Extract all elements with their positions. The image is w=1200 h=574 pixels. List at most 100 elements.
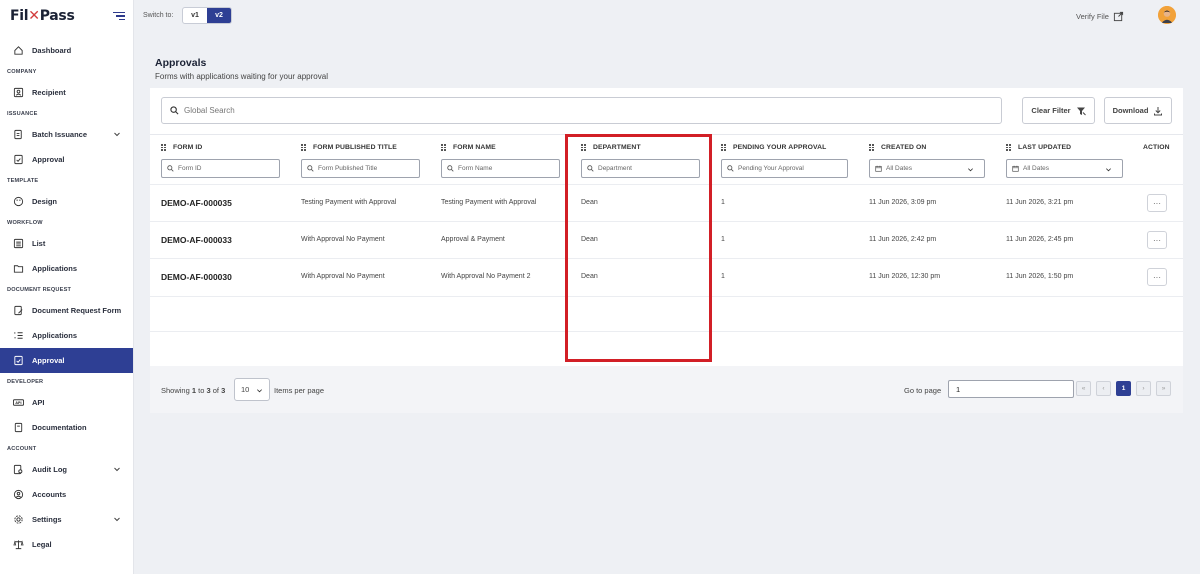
drag-handle-icon[interactable] <box>1006 144 1011 151</box>
sidebar-item-recipient[interactable]: Recipient <box>0 80 133 105</box>
drag-handle-icon[interactable] <box>869 144 874 151</box>
column-header-updated[interactable]: LAST UPDATED <box>1006 144 1071 151</box>
drag-handle-icon[interactable] <box>441 144 446 151</box>
sidebar-item-api[interactable]: API API <box>0 390 133 415</box>
row-action-menu-button[interactable]: ··· <box>1147 268 1167 286</box>
cell-form-id: DEMO-AF-000035 <box>161 198 232 208</box>
page-subtitle: Forms with applications waiting for your… <box>155 72 328 81</box>
column-header-created[interactable]: CREATED ON <box>869 144 926 151</box>
switch-label: Switch to: <box>143 12 174 19</box>
sidebar-item-audit-log[interactable]: Audit Log <box>0 457 133 482</box>
sidebar-item-settings[interactable]: Settings <box>0 507 133 532</box>
document-search-icon <box>13 464 24 475</box>
filter-created-select[interactable]: All Dates <box>869 159 985 178</box>
filter-form-name-input[interactable]: Form Name <box>441 159 560 178</box>
drag-handle-icon[interactable] <box>161 144 166 151</box>
header-label: FORM ID <box>173 144 203 151</box>
version-switch: v1 v2 <box>182 7 232 24</box>
column-header-department[interactable]: DEPARTMENT <box>581 144 641 151</box>
sidebar-item-list[interactable]: List <box>0 231 133 256</box>
filter-updated-select[interactable]: All Dates <box>1006 159 1123 178</box>
sidebar-item-design[interactable]: Design <box>0 189 133 214</box>
user-circle-icon <box>13 489 24 500</box>
table-row[interactable]: DEMO-AF-000030 With Approval No Payment … <box>150 258 1183 295</box>
drag-handle-icon[interactable] <box>581 144 586 151</box>
download-button[interactable]: Download <box>1104 97 1172 124</box>
home-icon <box>13 45 24 56</box>
chevron-down-icon <box>114 467 120 472</box>
filter-placeholder: Form Published Title <box>318 165 378 172</box>
filpass-logo[interactable]: Fil✕Pass <box>10 8 75 24</box>
sidebar-item-accounts[interactable]: Accounts <box>0 482 133 507</box>
filter-pending-input[interactable]: Pending Your Approval <box>721 159 848 178</box>
section-account: ACCOUNT <box>7 445 37 452</box>
topbar: Switch to: v1 v2 Verify File <box>134 0 1200 32</box>
sidebar-item-applications-workflow[interactable]: Applications <box>0 256 133 281</box>
logo-row: Fil✕Pass <box>0 0 133 32</box>
cell-pending: 1 <box>721 236 725 243</box>
chevron-down-icon <box>1106 168 1111 172</box>
row-action-menu-button[interactable]: ··· <box>1147 194 1167 212</box>
table-row[interactable]: DEMO-AF-000033 With Approval No Payment … <box>150 221 1183 258</box>
palette-icon <box>13 196 24 207</box>
cell-published-title: With Approval No Payment <box>301 236 385 243</box>
filter-department-input[interactable]: Department <box>581 159 700 178</box>
cell-created: 11 Jun 2026, 3:09 pm <box>869 199 937 206</box>
sidebar-item-label: Recipient <box>32 88 66 97</box>
cell-created: 11 Jun 2026, 2:42 pm <box>869 236 937 243</box>
gear-icon <box>13 514 24 525</box>
last-page-button[interactable]: » <box>1156 381 1171 396</box>
sidebar-item-applications-docreq[interactable]: Applications <box>0 323 133 348</box>
filter-form-id-input[interactable]: Form ID <box>161 159 280 178</box>
column-header-form-id[interactable]: FORM ID <box>161 144 202 151</box>
verify-file-label: Verify File <box>1076 12 1109 21</box>
header-label: FORM NAME <box>453 144 496 151</box>
row-action-menu-button[interactable]: ··· <box>1147 231 1167 249</box>
clear-filter-button[interactable]: Clear Filter <box>1022 97 1095 124</box>
sidebar-item-dashboard[interactable]: Dashboard <box>0 38 133 63</box>
chevron-down-icon <box>968 168 973 172</box>
column-header-published-title[interactable]: FORM PUBLISHED TITLE <box>301 144 397 151</box>
column-header-form-name[interactable]: FORM NAME <box>441 144 496 151</box>
column-header-pending[interactable]: PENDING YOUR APPROVAL <box>721 144 826 151</box>
cell-updated: 11 Jun 2026, 3:21 pm <box>1006 199 1074 206</box>
global-search-input[interactable]: Global Search <box>161 97 1002 124</box>
chevron-down-icon <box>114 132 120 137</box>
table-row[interactable]: DEMO-AF-000035 Testing Payment with Appr… <box>150 184 1183 221</box>
empty-row <box>150 331 1183 366</box>
first-page-button[interactable]: « <box>1076 381 1091 396</box>
verify-file-link[interactable]: Verify File <box>1076 11 1124 22</box>
menu-toggle-icon[interactable] <box>113 12 125 20</box>
cell-created: 11 Jun 2026, 12:30 pm <box>869 273 941 280</box>
drag-handle-icon[interactable] <box>721 144 726 151</box>
sidebar-item-documentation[interactable]: Documentation <box>0 415 133 440</box>
page-title: Approvals <box>155 57 207 69</box>
cell-department: Dean <box>581 236 598 243</box>
items-per-page-select[interactable]: 10 <box>234 378 270 401</box>
search-icon <box>170 106 179 115</box>
prev-page-button[interactable]: ‹ <box>1096 381 1111 396</box>
section-document-request: DOCUMENT REQUEST <box>7 286 72 293</box>
table-header: FORM ID FORM PUBLISHED TITLE FORM NAME D… <box>150 134 1183 182</box>
numbered-list-icon <box>13 330 24 341</box>
version-v1-button[interactable]: v1 <box>183 8 207 23</box>
go-to-page-input[interactable]: 1 <box>948 380 1074 398</box>
document-edit-icon <box>13 305 24 316</box>
sidebar-item-approval-docreq[interactable]: Approval <box>0 348 133 373</box>
sidebar-item-legal[interactable]: Legal <box>0 532 133 557</box>
sidebar-item-document-request-form[interactable]: Document Request Form <box>0 298 133 323</box>
sidebar-item-batch-issuance[interactable]: Batch Issuance <box>0 122 133 147</box>
current-page-button[interactable]: 1 <box>1116 381 1131 396</box>
header-label: PENDING YOUR APPROVAL <box>733 144 827 151</box>
version-v2-button[interactable]: v2 <box>207 8 231 23</box>
filter-value: All Dates <box>886 165 913 172</box>
filter-published-title-input[interactable]: Form Published Title <box>301 159 420 178</box>
avatar[interactable] <box>1158 6 1176 24</box>
sidebar-item-approval-issuance[interactable]: Approval <box>0 147 133 172</box>
sidebar-item-label: Applications <box>32 264 78 273</box>
sidebar-item-label: Settings <box>32 515 62 524</box>
drag-handle-icon[interactable] <box>301 144 306 151</box>
sidebar-item-label: Design <box>32 197 58 206</box>
filter-placeholder: Pending Your Approval <box>738 165 804 172</box>
next-page-button[interactable]: › <box>1136 381 1151 396</box>
